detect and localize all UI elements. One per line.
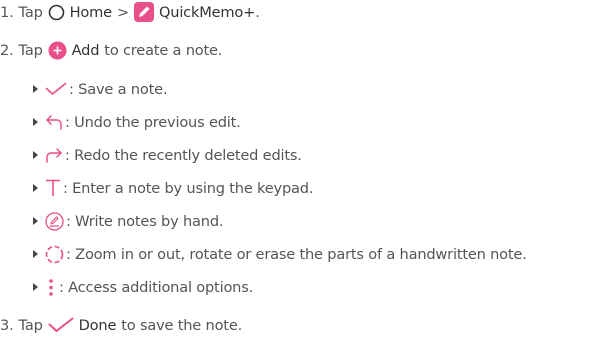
separator-text: > bbox=[116, 3, 129, 21]
text-icon bbox=[45, 179, 61, 197]
step-end: . bbox=[255, 3, 260, 21]
bullet-undo: : Undo the previous edit. bbox=[33, 111, 241, 133]
bullet-options: : Access additional options. bbox=[33, 276, 253, 298]
add-label: Add bbox=[71, 41, 100, 59]
bullet-marker bbox=[33, 250, 38, 258]
bullet-marker bbox=[33, 217, 38, 225]
instructions-document: 1. Tap Home > QuickMemo+ . 2. Tap Add to… bbox=[0, 0, 611, 349]
bullet-text: : Undo the previous edit. bbox=[65, 113, 241, 131]
step-text: Tap bbox=[18, 41, 43, 59]
bullet-marker bbox=[33, 283, 38, 291]
bullet-text: : Access additional options. bbox=[59, 278, 254, 296]
bullet-marker bbox=[33, 184, 38, 192]
bullet-text: : Zoom in or out, rotate or erase the pa… bbox=[66, 245, 527, 263]
quickmemo-label: QuickMemo+ bbox=[158, 3, 256, 21]
bullet-keypad: : Enter a note by using the keypad. bbox=[33, 177, 314, 199]
bullet-text: : Save a note. bbox=[69, 80, 168, 98]
home-label: Home bbox=[69, 3, 113, 21]
step-text: Tap bbox=[18, 316, 43, 334]
bullet-marker bbox=[33, 151, 38, 159]
bullet-text: : Enter a note by using the keypad. bbox=[63, 179, 314, 197]
step-1: 1. Tap Home > QuickMemo+ . bbox=[0, 1, 260, 23]
bullet-lasso: : Zoom in or out, rotate or erase the pa… bbox=[33, 243, 527, 265]
step-number: 1. bbox=[0, 3, 14, 21]
done-checkmark-icon bbox=[48, 317, 74, 333]
bullet-redo: : Redo the recently deleted edits. bbox=[33, 144, 302, 166]
redo-icon bbox=[45, 147, 63, 163]
bullet-save: : Save a note. bbox=[33, 78, 168, 100]
bullet-marker bbox=[33, 85, 38, 93]
step-3: 3. Tap Done to save the note. bbox=[0, 314, 242, 336]
step-number: 2. bbox=[0, 41, 14, 59]
step-number: 3. bbox=[0, 316, 14, 334]
step-text: to save the note. bbox=[121, 316, 243, 334]
bullet-text: : Write notes by hand. bbox=[66, 212, 224, 230]
done-label: Done bbox=[78, 316, 117, 334]
undo-icon bbox=[45, 114, 63, 130]
add-icon bbox=[48, 41, 67, 60]
checkmark-icon bbox=[45, 82, 67, 96]
bullet-marker bbox=[33, 118, 38, 126]
step-text: Tap bbox=[18, 3, 43, 21]
bullet-handwriting: : Write notes by hand. bbox=[33, 210, 224, 232]
more-options-icon bbox=[45, 278, 57, 297]
bullet-text: : Redo the recently deleted edits. bbox=[65, 146, 302, 164]
lasso-icon bbox=[45, 245, 64, 264]
step-2: 2. Tap Add to create a note. bbox=[0, 39, 222, 61]
pen-icon bbox=[45, 211, 64, 231]
quickmemo-app-icon bbox=[133, 2, 154, 22]
step-text: to create a note. bbox=[104, 41, 223, 59]
home-circle-icon bbox=[48, 4, 65, 21]
